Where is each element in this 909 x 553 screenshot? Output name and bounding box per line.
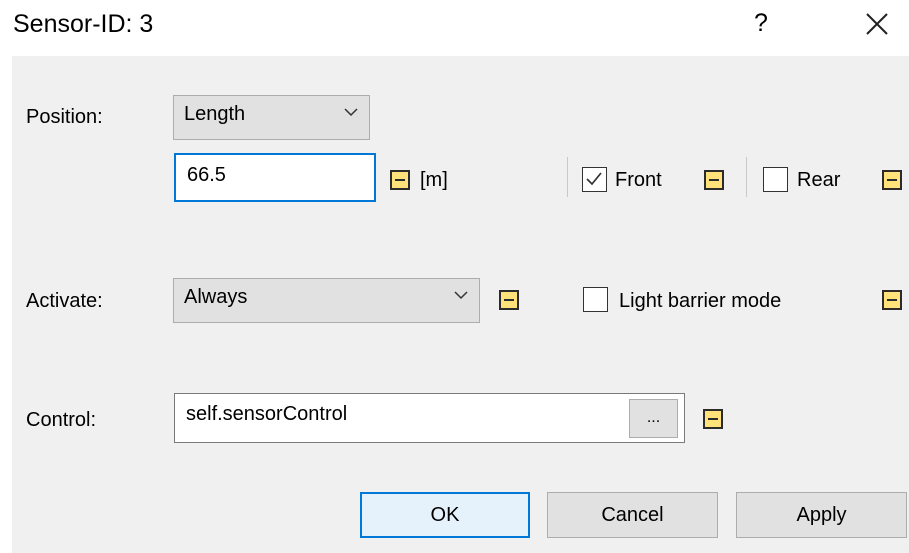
position-value-input[interactable]: 66.5 — [174, 153, 376, 202]
close-button[interactable] — [856, 6, 896, 42]
activate-label: Activate: — [26, 290, 103, 312]
position-mode-value: Length — [184, 103, 246, 125]
rear-label: Rear — [797, 169, 841, 191]
position-unit: [m] — [420, 169, 448, 191]
control-input[interactable]: self.sensorControl — [174, 393, 685, 443]
control-value: self.sensorControl — [186, 403, 348, 425]
control-lock-icon[interactable] — [703, 409, 723, 429]
light-barrier-lock-icon[interactable] — [882, 290, 902, 310]
activate-value: Always — [184, 286, 248, 308]
control-label: Control: — [26, 409, 97, 431]
front-checkbox[interactable] — [582, 167, 607, 192]
help-button[interactable]: ? — [744, 6, 778, 40]
separator — [746, 157, 747, 197]
close-icon — [866, 13, 888, 35]
ok-button[interactable]: OK — [360, 492, 530, 538]
apply-button[interactable]: Apply — [736, 492, 907, 538]
position-value-text: 66.5 — [187, 164, 226, 186]
front-lock-icon[interactable] — [704, 170, 724, 190]
window-title: Sensor-ID: 3 — [13, 10, 154, 38]
rear-lock-icon[interactable] — [882, 170, 902, 190]
check-icon — [586, 172, 602, 186]
front-label: Front — [615, 169, 662, 191]
position-label: Position: — [26, 106, 103, 128]
browse-button[interactable]: ... — [629, 399, 678, 438]
activate-lock-icon[interactable] — [499, 290, 519, 310]
cancel-button[interactable]: Cancel — [547, 492, 718, 538]
light-barrier-checkbox[interactable] — [583, 287, 608, 312]
position-mode-dropdown[interactable]: Length — [173, 95, 370, 140]
separator — [567, 157, 568, 197]
chevron-down-icon — [344, 108, 358, 117]
rear-checkbox[interactable] — [763, 167, 788, 192]
light-barrier-label: Light barrier mode — [619, 290, 782, 312]
chevron-down-icon — [454, 291, 468, 300]
position-lock-icon[interactable] — [390, 170, 410, 190]
activate-dropdown[interactable]: Always — [173, 278, 480, 323]
